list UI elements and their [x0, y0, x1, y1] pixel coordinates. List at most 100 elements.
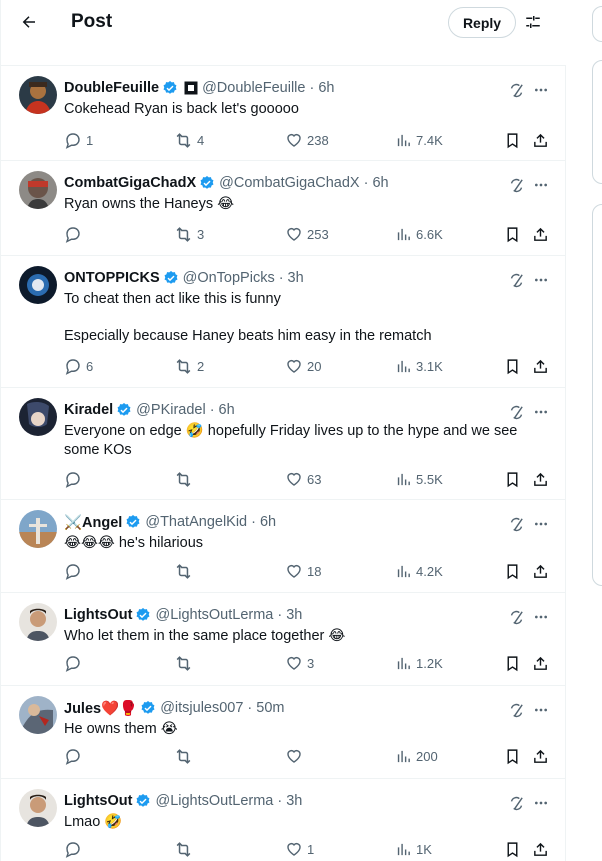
reply-action[interactable]: [64, 469, 86, 489]
bookmark-icon[interactable]: [504, 469, 521, 489]
more-options-icon[interactable]: [531, 80, 551, 100]
reply-tweet[interactable]: CombatGigaChadX @CombatGigaChadX · 6h Ry…: [1, 161, 566, 256]
views-action[interactable]: 3.1K: [395, 356, 443, 376]
reply-tweet[interactable]: ONTOPPICKS @OnTopPicks · 3h To cheat the…: [1, 256, 566, 388]
views-action[interactable]: 200: [395, 746, 438, 766]
reply-tweet[interactable]: Jules❤️🥊 @itsjules007 · 50m He owns them…: [1, 686, 566, 779]
author-name[interactable]: LightsOut: [64, 793, 132, 809]
views-action[interactable]: 5.5K: [395, 469, 443, 489]
retweet-action[interactable]: [174, 839, 197, 859]
sidebar-card-top[interactable]: [592, 6, 602, 42]
reply-tweet[interactable]: DoubleFeuille @DoubleFeuille · 6h Cokehe…: [1, 66, 566, 161]
avatar[interactable]: [19, 510, 57, 548]
reply-action[interactable]: [64, 746, 86, 766]
share-icon[interactable]: [532, 561, 549, 581]
grok-icon[interactable]: [506, 175, 526, 195]
views-action[interactable]: 1.2K: [395, 653, 443, 673]
timestamp[interactable]: · 3h: [277, 607, 302, 623]
bookmark-icon[interactable]: [504, 839, 521, 859]
avatar[interactable]: [19, 76, 57, 114]
author-name[interactable]: Kiradel: [64, 402, 113, 418]
share-icon[interactable]: [532, 130, 549, 150]
avatar[interactable]: [19, 696, 57, 734]
author-handle[interactable]: @itsjules007: [160, 700, 243, 716]
reply-tweet[interactable]: LightsOut @LightsOutLerma · 3h Who let t…: [1, 593, 566, 686]
reply-action[interactable]: 1: [64, 130, 93, 150]
reply-tweet[interactable]: LightsOut @LightsOutLerma · 3h Lmao 🤣 1 …: [1, 779, 566, 861]
author-name[interactable]: Jules❤️🥊: [64, 700, 137, 717]
share-icon[interactable]: [532, 746, 549, 766]
share-icon[interactable]: [532, 469, 549, 489]
author-handle[interactable]: @DoubleFeuille: [202, 80, 305, 96]
author-name[interactable]: ONTOPPICKS: [64, 270, 160, 286]
timestamp[interactable]: · 6h: [210, 402, 235, 418]
author-handle[interactable]: @CombatGigaChadX: [219, 175, 359, 191]
timestamp[interactable]: · 3h: [277, 793, 302, 809]
back-arrow-icon[interactable]: [15, 8, 43, 36]
grok-icon[interactable]: [506, 270, 526, 290]
grok-icon[interactable]: [506, 700, 526, 720]
avatar[interactable]: [19, 603, 57, 641]
retweet-action[interactable]: 3: [174, 224, 204, 244]
views-action[interactable]: 4.2K: [395, 561, 443, 581]
grok-icon[interactable]: [506, 607, 526, 627]
like-action[interactable]: [285, 746, 307, 766]
reply-action[interactable]: [64, 224, 86, 244]
retweet-action[interactable]: [174, 653, 197, 673]
share-icon[interactable]: [532, 356, 549, 376]
like-action[interactable]: 20: [285, 356, 321, 376]
views-action[interactable]: 6.6K: [395, 224, 443, 244]
share-icon[interactable]: [532, 653, 549, 673]
author-handle[interactable]: @OnTopPicks: [183, 270, 275, 286]
share-icon[interactable]: [532, 839, 549, 859]
like-action[interactable]: 3: [285, 653, 314, 673]
like-action[interactable]: 63: [285, 469, 321, 489]
timestamp[interactable]: · 6h: [364, 175, 389, 191]
timestamp[interactable]: · 6h: [251, 514, 276, 530]
more-options-icon[interactable]: [531, 402, 551, 422]
reply-button[interactable]: Reply: [448, 7, 516, 38]
like-action[interactable]: 253: [285, 224, 329, 244]
author-handle[interactable]: @LightsOutLerma: [155, 793, 273, 809]
author-handle[interactable]: @PKiradel: [136, 402, 206, 418]
avatar[interactable]: [19, 266, 57, 304]
reply-action[interactable]: [64, 561, 86, 581]
author-handle[interactable]: @LightsOutLerma: [155, 607, 273, 623]
retweet-action[interactable]: [174, 746, 197, 766]
more-options-icon[interactable]: [531, 793, 551, 813]
retweet-action[interactable]: [174, 469, 197, 489]
author-handle[interactable]: @ThatAngelKid: [145, 514, 247, 530]
timestamp[interactable]: · 3h: [279, 270, 304, 286]
author-name[interactable]: DoubleFeuille: [64, 80, 159, 96]
avatar[interactable]: [19, 789, 57, 827]
like-action[interactable]: 1: [285, 839, 314, 859]
more-options-icon[interactable]: [531, 270, 551, 290]
grok-icon[interactable]: [506, 514, 526, 534]
timestamp[interactable]: · 6h: [309, 80, 334, 96]
reply-tweet[interactable]: Kiradel @PKiradel · 6h Everyone on edge …: [1, 388, 566, 500]
like-action[interactable]: 238: [285, 130, 329, 150]
like-action[interactable]: 18: [285, 561, 321, 581]
bookmark-icon[interactable]: [504, 746, 521, 766]
retweet-action[interactable]: 2: [174, 356, 204, 376]
bookmark-icon[interactable]: [504, 653, 521, 673]
views-action[interactable]: 1K: [395, 839, 432, 859]
retweet-action[interactable]: [174, 561, 197, 581]
reply-tweet[interactable]: ⚔️Angel @ThatAngelKid · 6h 😂😂😂 he's hila…: [1, 500, 566, 593]
grok-icon[interactable]: [506, 793, 526, 813]
retweet-action[interactable]: 4: [174, 130, 204, 150]
reply-action[interactable]: [64, 839, 86, 859]
reply-action[interactable]: [64, 653, 86, 673]
author-name[interactable]: ⚔️Angel: [64, 514, 122, 531]
grok-icon[interactable]: [506, 402, 526, 422]
share-icon[interactable]: [532, 224, 549, 244]
grok-icon[interactable]: [506, 80, 526, 100]
bookmark-icon[interactable]: [504, 356, 521, 376]
avatar[interactable]: [19, 171, 57, 209]
more-options-icon[interactable]: [531, 514, 551, 534]
sliders-icon[interactable]: [521, 10, 545, 34]
author-name[interactable]: CombatGigaChadX: [64, 175, 196, 191]
bookmark-icon[interactable]: [504, 561, 521, 581]
more-options-icon[interactable]: [531, 607, 551, 627]
bookmark-icon[interactable]: [504, 130, 521, 150]
